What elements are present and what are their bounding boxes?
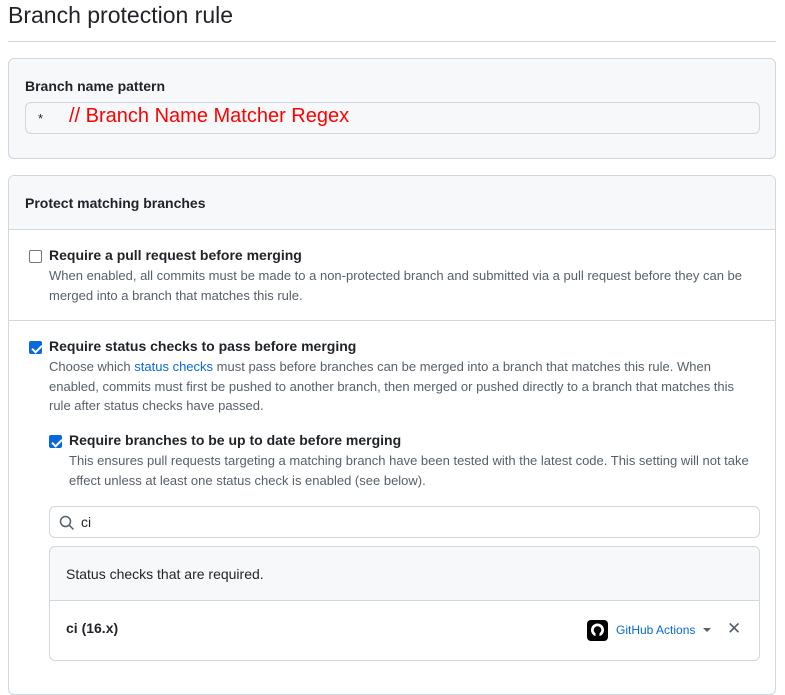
divider — [8, 41, 776, 42]
search-value: ci — [81, 514, 92, 530]
remove-check-icon[interactable]: ✕ — [727, 619, 741, 639]
pull-request-option: Require a pull request before merging Wh… — [9, 230, 775, 321]
status-checks-label[interactable]: Require status checks to pass before mer… — [49, 338, 356, 354]
caret-down-icon[interactable] — [703, 628, 711, 632]
status-check-row: ci (16.x) GitHub Actions ✕ — [50, 601, 759, 660]
protect-section: Protect matching branches Require a pull… — [8, 175, 776, 695]
up-to-date-label[interactable]: Require branches to be up to date before… — [69, 432, 401, 448]
search-icon — [59, 515, 75, 531]
status-check-search[interactable]: ci — [49, 506, 760, 538]
pull-request-checkbox[interactable] — [29, 250, 42, 263]
status-checks-checkbox[interactable] — [29, 341, 42, 354]
check-name: ci (16.x) — [66, 620, 119, 636]
branch-pattern-section: Branch name pattern * // Branch Name Mat… — [8, 58, 776, 159]
desc-text: Choose which — [49, 359, 135, 374]
branch-pattern-value: * — [38, 111, 44, 126]
status-checks-link[interactable]: status checks — [134, 359, 213, 374]
required-checks-box: Status checks that are required. ci (16.… — [49, 546, 760, 661]
up-to-date-checkbox[interactable] — [49, 435, 62, 448]
page-title: Branch protection rule — [8, 2, 234, 28]
up-to-date-description: This ensures pull requests targeting a m… — [69, 453, 749, 488]
github-icon — [587, 620, 608, 641]
app-link[interactable]: GitHub Actions — [616, 623, 695, 637]
branch-pattern-input[interactable]: * // Branch Name Matcher Regex — [25, 102, 760, 134]
required-checks-heading: Status checks that are required. — [66, 566, 264, 582]
pull-request-label[interactable]: Require a pull request before merging — [49, 247, 302, 263]
status-checks-option: Require status checks to pass before mer… — [9, 321, 775, 694]
protect-heading: Protect matching branches — [25, 195, 206, 211]
status-checks-description: Choose which status checks must pass bef… — [49, 357, 749, 416]
regex-annotation: // Branch Name Matcher Regex — [69, 105, 350, 127]
pull-request-description: When enabled, all commits must be made t… — [49, 268, 743, 303]
branch-pattern-label: Branch name pattern — [25, 78, 166, 94]
